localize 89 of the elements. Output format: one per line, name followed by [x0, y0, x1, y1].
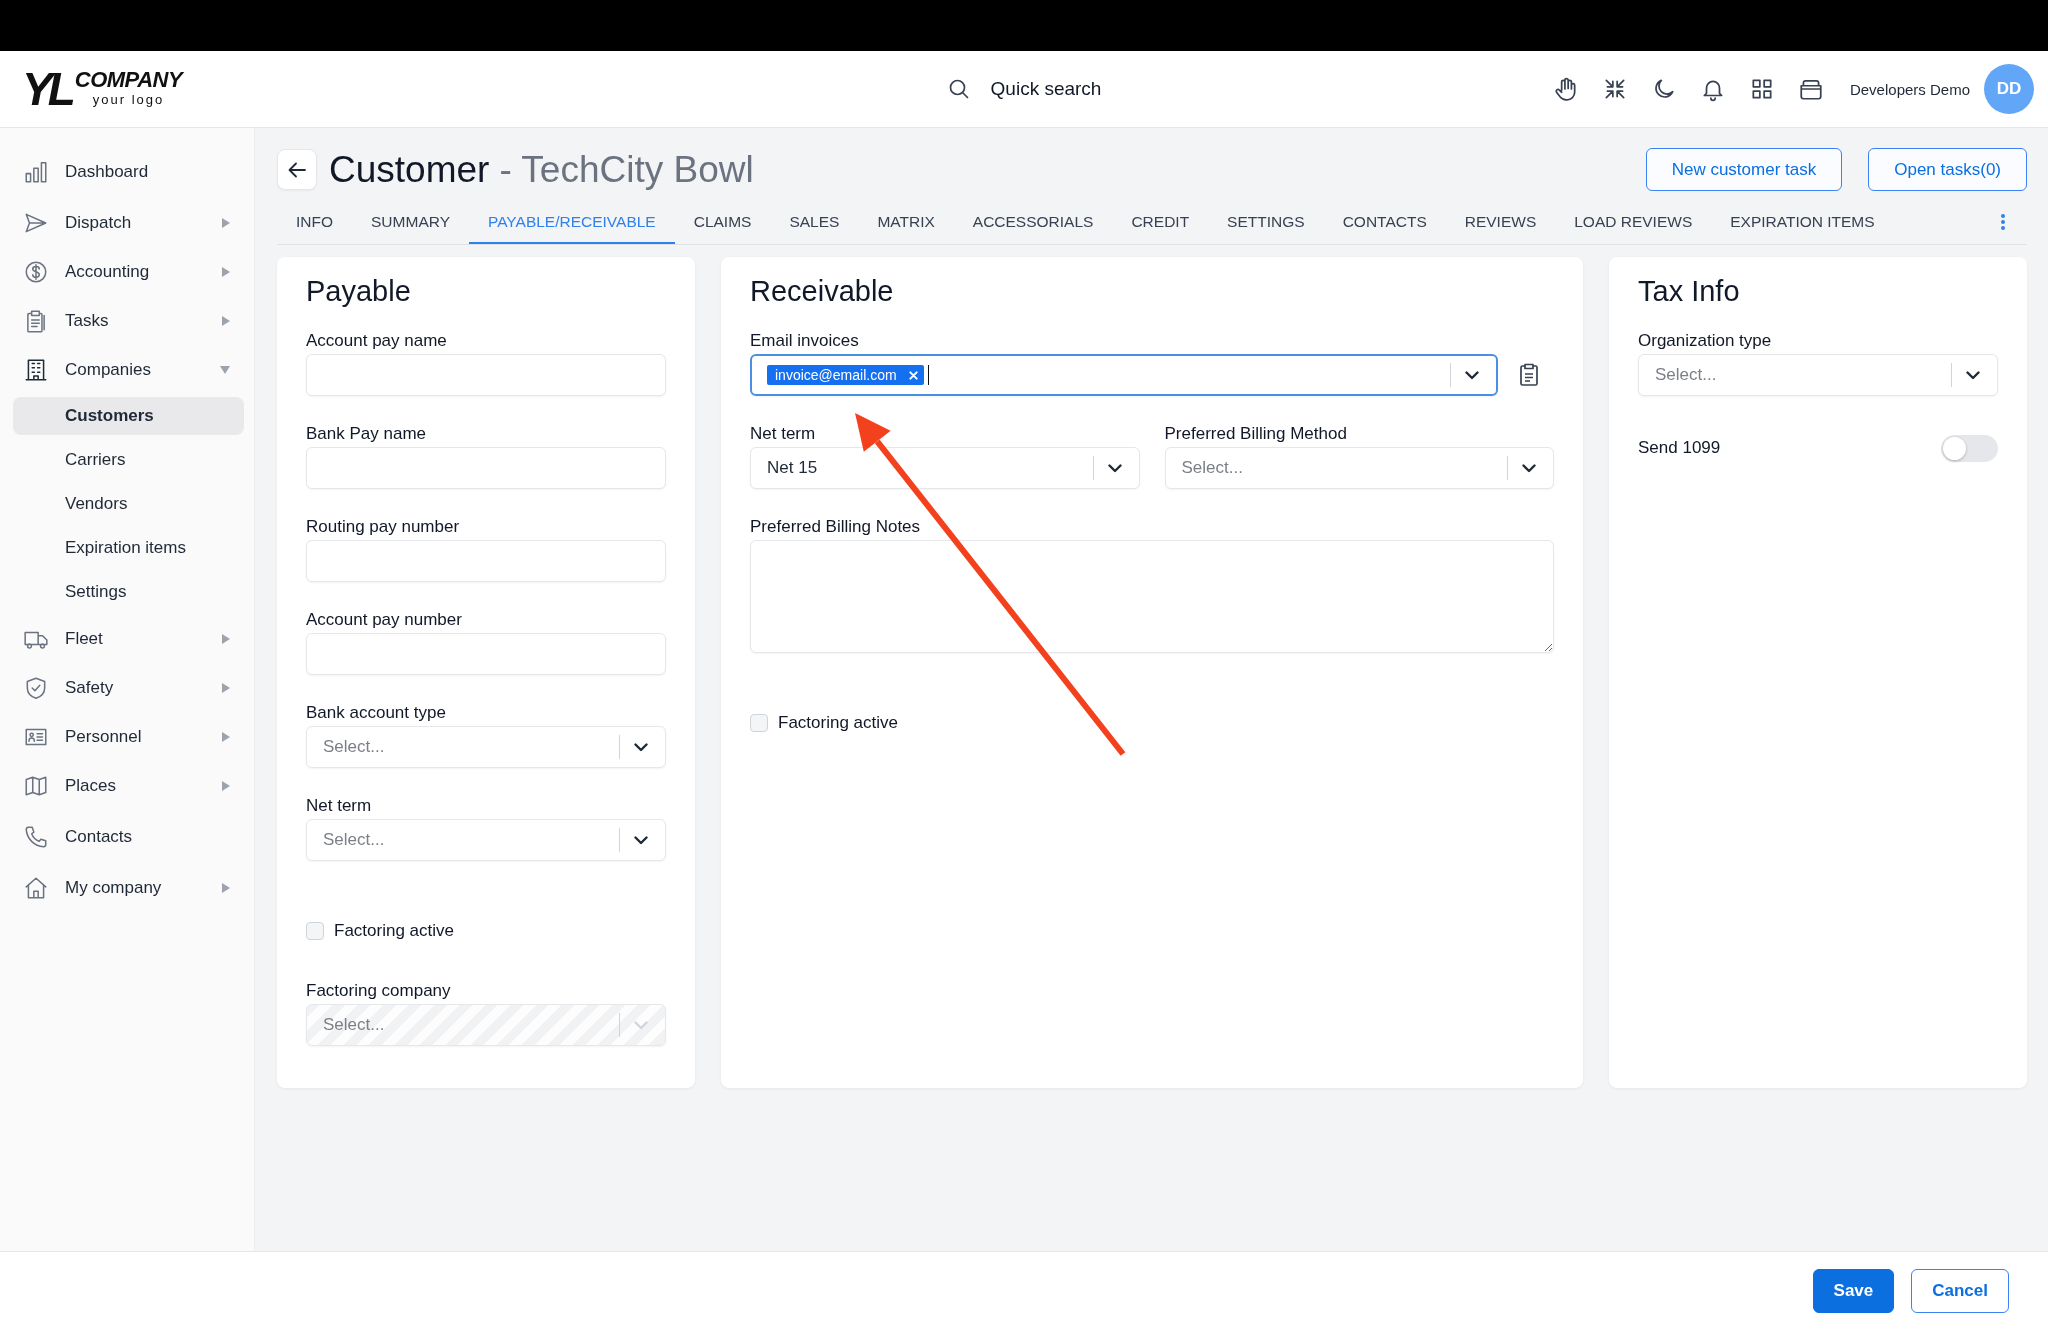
building-icon [23, 356, 49, 383]
primary-button[interactable]: Save [1812, 1269, 1895, 1313]
phone-icon [23, 823, 49, 850]
sidebar-item[interactable]: My company [0, 863, 254, 912]
field-label: Bank Pay name [306, 424, 427, 444]
chevron-down-icon [634, 742, 648, 752]
select-field[interactable]: Select... [306, 819, 666, 861]
tab[interactable]: SUMMARY [352, 200, 469, 244]
field-label: Email invoices [750, 331, 860, 351]
checkbox-label: Factoring active [334, 921, 454, 941]
sidebar-item[interactable]: Accounting [0, 247, 254, 296]
sidebar-item[interactable]: Vendors [13, 485, 244, 523]
sidebar-item[interactable]: Tasks [0, 296, 254, 345]
checkbox[interactable] [306, 922, 324, 940]
chevron-down-icon [634, 835, 648, 845]
sidebar-item[interactable]: Places [0, 761, 254, 810]
panel-title: Receivable [750, 274, 895, 309]
sidebar-item[interactable]: Personnel [0, 712, 254, 761]
tab[interactable]: LOAD REVIEWS [1555, 200, 1712, 244]
sidebar-item[interactable]: Safety [0, 663, 254, 712]
tab[interactable]: SALES [770, 200, 859, 244]
text-cursor [927, 365, 930, 385]
logo-tagline: your logo [91, 92, 166, 108]
select-field[interactable]: Select... [306, 726, 666, 768]
tab[interactable]: CONTACTS [1323, 200, 1446, 244]
checkbox-label: Factoring active [778, 713, 898, 733]
tab[interactable]: INFO [277, 200, 353, 244]
more-icon[interactable] [2001, 214, 2005, 230]
field-label: Preferred Billing Notes [750, 517, 922, 537]
quick-search-button[interactable]: Quick search [946, 77, 1102, 101]
logo-mark: YL [22, 68, 73, 110]
select-field[interactable]: Select... [1164, 447, 1554, 489]
arrow-left-icon [288, 161, 306, 178]
email-tag[interactable]: invoice@email.com [767, 365, 924, 385]
close-icon[interactable] [908, 370, 918, 380]
field-label: Preferred Billing Method [1164, 424, 1348, 444]
customer-name: - TechCity Bowl [499, 148, 754, 191]
chevron-down-icon [634, 1020, 648, 1030]
field-label: Factoring company [306, 981, 452, 1001]
panel-title: Tax Info [1638, 274, 1741, 309]
sidebar-item[interactable]: Dashboard [0, 145, 254, 198]
toggle-label: Send 1099 [1638, 438, 1721, 458]
action-button[interactable]: New customer task [1645, 148, 1843, 191]
sidebar-item[interactable]: Customers [13, 397, 244, 435]
tab[interactable]: CREDIT [1112, 200, 1209, 244]
checkbox[interactable] [750, 714, 768, 732]
sidebar-item[interactable]: Settings [13, 573, 244, 611]
tab[interactable]: MATRIX [858, 200, 954, 244]
hand-icon[interactable] [1552, 76, 1579, 102]
panel-title: Payable [306, 274, 412, 309]
tab[interactable]: EXPIRATION ITEMS [1711, 200, 1894, 244]
textarea-field[interactable] [750, 540, 1554, 653]
secondary-button[interactable]: Cancel [1911, 1269, 2009, 1313]
page-title: Customer [329, 148, 490, 191]
field-label: Routing pay number [306, 517, 461, 537]
tab[interactable]: PAYABLE/RECEIVABLE [469, 200, 675, 244]
chevron-down-icon [1465, 370, 1479, 380]
action-button[interactable]: Open tasks(0) [1868, 148, 2027, 191]
sidebar-item[interactable]: Fleet [0, 614, 254, 663]
field-label: Organization type [1638, 331, 1773, 351]
field-label: Net term [306, 796, 373, 816]
text-input[interactable] [306, 354, 666, 396]
sidebar-item[interactable]: Companies [0, 345, 254, 394]
sidebar-item[interactable]: Expiration items [13, 529, 244, 567]
tab[interactable]: REVIEWS [1445, 200, 1556, 244]
logo-wordmark: COMPANY [74, 68, 183, 92]
select-field[interactable]: Net 15 [750, 447, 1140, 489]
sidebar-item[interactable]: Dispatch [0, 198, 254, 247]
select-field[interactable]: Select... [1638, 354, 1998, 396]
text-input[interactable] [306, 447, 666, 489]
toggle-switch[interactable] [1941, 434, 1998, 462]
chevron-down-icon [1522, 463, 1536, 473]
user-name: Developers Demo [1849, 80, 1970, 98]
field-label: Account pay number [306, 610, 463, 630]
text-input[interactable] [306, 540, 666, 582]
email-field[interactable]: invoice@email.com [750, 354, 1498, 396]
chevron-down-icon [1107, 463, 1122, 473]
text-input[interactable] [306, 633, 666, 675]
back-button[interactable] [277, 149, 317, 190]
chevron-down-icon [1966, 370, 1980, 380]
tab[interactable]: SETTINGS [1208, 200, 1324, 244]
clipboard-icon[interactable] [1519, 363, 1539, 387]
field-label: Net term [750, 424, 817, 444]
sidebar-item[interactable]: Carriers [13, 441, 244, 479]
field-label: Bank account type [306, 703, 447, 723]
tab[interactable]: ACCESSORIALS [953, 200, 1113, 244]
tab[interactable]: CLAIMS [674, 200, 771, 244]
field-label: Account pay name [306, 331, 448, 351]
sidebar-item[interactable]: Contacts [0, 810, 254, 863]
